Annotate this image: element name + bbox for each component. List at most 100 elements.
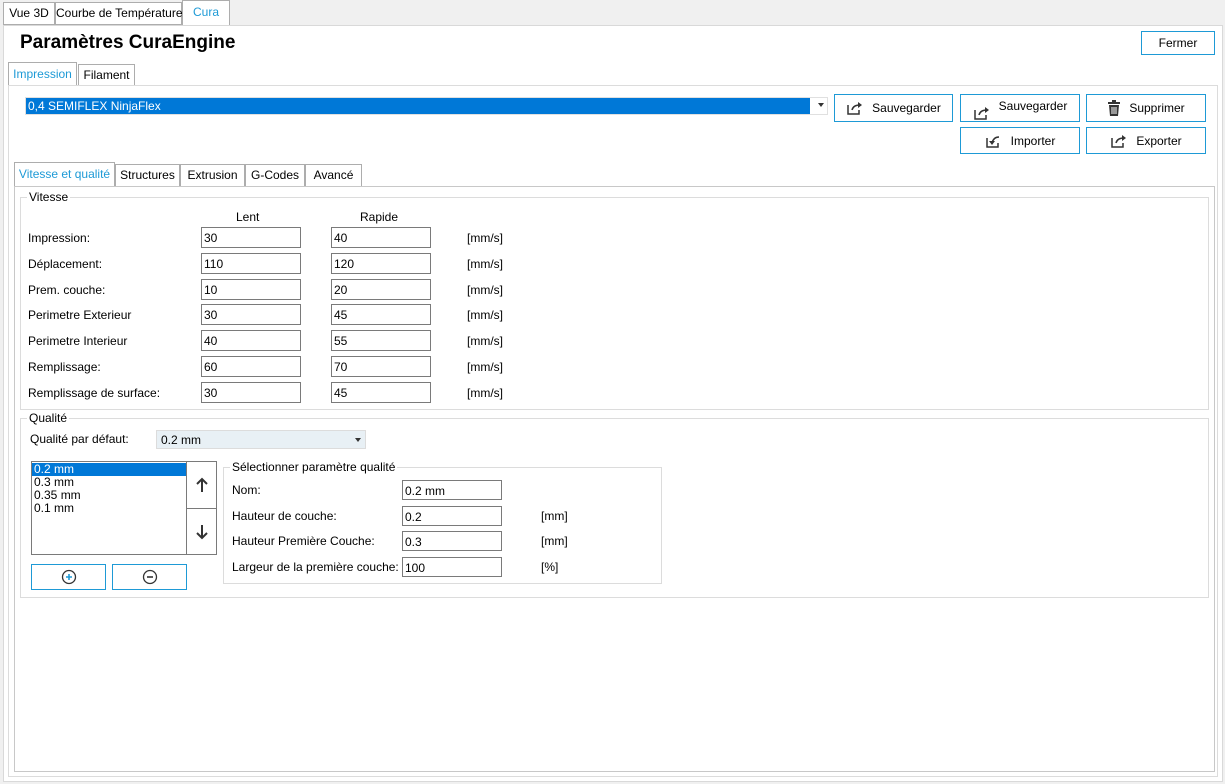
- save-as-button[interactable]: Sauvegarder: [960, 94, 1080, 122]
- quality-param-input[interactable]: 100: [402, 557, 502, 577]
- tab-structures[interactable]: Structures: [115, 164, 180, 187]
- delete-button[interactable]: Supprimer: [1086, 94, 1206, 122]
- export-button-label: Exporter: [1136, 133, 1182, 148]
- tab-label: Vitesse et qualité: [18, 167, 111, 181]
- speed-group: Vitesse: [20, 190, 1209, 410]
- tab-avance[interactable]: Avancé: [305, 164, 362, 187]
- quality-param-input[interactable]: 0.2 mm: [402, 480, 502, 500]
- add-quality-button[interactable]: [31, 564, 106, 590]
- tab-label: Structures: [120, 168, 175, 182]
- slow-speed-input[interactable]: 10: [201, 279, 301, 300]
- page-title: Paramètres CuraEngine: [20, 32, 236, 53]
- chevron-down-icon: [355, 438, 361, 442]
- tab-vitesse-qualite[interactable]: Vitesse et qualité: [14, 162, 115, 187]
- speed-row-label: Perimetre Exterieur: [28, 308, 132, 322]
- close-button[interactable]: Fermer: [1141, 31, 1215, 55]
- column-header-fast: Rapide: [360, 210, 399, 224]
- quality-param-label: Hauteur Première Couche:: [232, 534, 375, 548]
- speed-unit: [mm/s]: [467, 283, 503, 297]
- fast-speed-input[interactable]: 55: [331, 330, 431, 351]
- fast-speed-input[interactable]: 45: [331, 304, 431, 325]
- quality-group-title: Qualité: [27, 411, 70, 425]
- quality-params-title: Sélectionner paramètre qualité: [230, 460, 398, 474]
- speed-row-label: Remplissage de surface:: [28, 386, 161, 400]
- tab-label: Cura: [192, 5, 219, 19]
- column-header-slow: Lent: [236, 210, 260, 224]
- speed-row-label: Déplacement:: [28, 257, 103, 271]
- quality-list[interactable]: 0.2 mm 0.3 mm 0.35 mm 0.1 mm: [31, 461, 217, 555]
- quality-param-unit: [%]: [541, 560, 559, 574]
- plus-circle-icon: [61, 569, 76, 585]
- quality-param-input[interactable]: 0.3: [402, 531, 502, 551]
- tab-label: Avancé: [313, 168, 354, 182]
- move-down-button[interactable]: [187, 509, 216, 554]
- default-quality-label: Qualité par défaut:: [30, 432, 129, 446]
- tab-label: Impression: [13, 67, 72, 81]
- slow-speed-input[interactable]: 30: [201, 227, 301, 248]
- quality-param-unit: [mm]: [541, 534, 568, 548]
- profile-select[interactable]: 0,4 SEMIFLEX NinjaFlex: [25, 97, 828, 115]
- speed-unit: [mm/s]: [467, 231, 503, 245]
- quality-param-unit: [mm]: [541, 509, 568, 523]
- quality-param-label: Largeur de la première couche:: [232, 560, 399, 574]
- default-quality-select[interactable]: 0.2 mm: [156, 430, 366, 449]
- arrow-down-icon: [195, 524, 208, 539]
- import-icon: [985, 135, 999, 148]
- speed-row-label: Remplissage:: [28, 360, 101, 374]
- speed-unit: [mm/s]: [467, 360, 503, 374]
- quality-param-input[interactable]: 0.2: [402, 506, 502, 526]
- tab-label: G-Codes: [250, 168, 300, 182]
- speed-row-label: Prem. couche:: [28, 283, 106, 297]
- fast-speed-input[interactable]: 70: [331, 356, 431, 377]
- trash-icon: [1108, 100, 1121, 116]
- import-button-label: Importer: [1010, 133, 1056, 148]
- export-button[interactable]: Exporter: [1086, 127, 1206, 154]
- fast-speed-input[interactable]: 45: [331, 382, 431, 403]
- minus-circle-icon: [142, 569, 157, 585]
- profile-selected-value: 0,4 SEMIFLEX NinjaFlex: [26, 98, 810, 114]
- tab-label: Courbe de Température: [56, 6, 183, 20]
- tab-label: Vue 3D: [9, 6, 49, 20]
- speed-unit: [mm/s]: [467, 308, 503, 322]
- slow-speed-input[interactable]: 110: [201, 253, 301, 274]
- speed-unit: [mm/s]: [467, 257, 503, 271]
- speed-group-title: Vitesse: [27, 190, 71, 204]
- share-icon: [847, 102, 863, 115]
- share-icon: [1111, 134, 1127, 148]
- default-quality-value: 0.2 mm: [161, 433, 202, 447]
- tab-impression[interactable]: Impression: [8, 62, 77, 86]
- tab-label: Extrusion: [187, 168, 238, 182]
- delete-button-label: Supprimer: [1129, 101, 1185, 115]
- tab-courbe-temperature[interactable]: Courbe de Température: [55, 2, 183, 25]
- tab-cura[interactable]: Cura: [182, 0, 230, 26]
- tab-label: Filament: [83, 68, 130, 82]
- tab-extrusion[interactable]: Extrusion: [180, 164, 245, 187]
- close-button-label: Fermer: [1158, 36, 1198, 50]
- share-icon: [973, 107, 989, 120]
- slow-speed-input[interactable]: 40: [201, 330, 301, 351]
- save-as-button-label: Sauvegarder: [998, 99, 1068, 113]
- arrow-up-icon: [195, 477, 208, 492]
- fast-speed-input[interactable]: 20: [331, 279, 431, 300]
- speed-unit: [mm/s]: [467, 386, 503, 400]
- tab-filament[interactable]: Filament: [78, 64, 135, 86]
- quality-list-items: 0.2 mm 0.3 mm 0.35 mm 0.1 mm: [32, 462, 186, 554]
- fast-speed-input[interactable]: 40: [331, 227, 431, 248]
- slow-speed-input[interactable]: 60: [201, 356, 301, 377]
- slow-speed-input[interactable]: 30: [201, 304, 301, 325]
- remove-quality-button[interactable]: [112, 564, 187, 590]
- tab-g-codes[interactable]: G-Codes: [245, 164, 305, 187]
- quality-param-label: Nom:: [232, 483, 261, 497]
- fast-speed-input[interactable]: 120: [331, 253, 431, 274]
- import-button[interactable]: Importer: [960, 127, 1080, 154]
- save-button-label: Sauvegarder: [872, 101, 941, 115]
- slow-speed-input[interactable]: 30: [201, 382, 301, 403]
- move-up-button[interactable]: [187, 462, 216, 508]
- chevron-down-icon: [818, 103, 824, 107]
- quality-list-item[interactable]: 0.1 mm: [32, 502, 186, 515]
- speed-row-label: Impression:: [28, 231, 91, 245]
- speed-row-label: Perimetre Interieur: [28, 334, 128, 348]
- tab-vue-3d[interactable]: Vue 3D: [3, 2, 55, 25]
- save-button[interactable]: Sauvegarder: [834, 94, 953, 122]
- quality-param-label: Hauteur de couche:: [232, 509, 337, 523]
